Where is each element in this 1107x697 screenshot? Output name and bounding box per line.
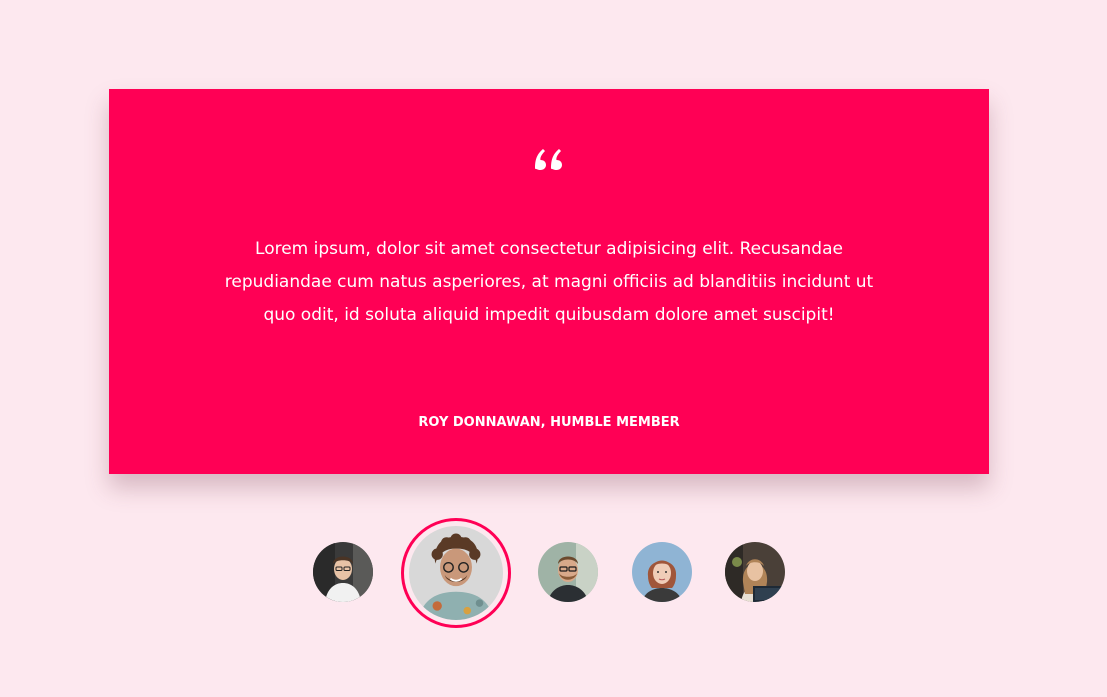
testimonial-text: Lorem ipsum, dolor sit amet consectetur …	[224, 239, 874, 325]
avatar-4[interactable]	[632, 542, 692, 602]
testimonial-author: ROY DONNAWAN, HUMBLE MEMBER	[418, 415, 680, 430]
testimonial-card: Lorem ipsum, dolor sit amet consectetur …	[109, 89, 989, 474]
avatar-2	[409, 526, 503, 620]
avatar-5[interactable]	[725, 542, 785, 602]
avatar-3[interactable]	[538, 542, 598, 602]
avatar-2-active[interactable]	[401, 518, 511, 628]
quote-left-icon	[109, 147, 989, 173]
avatar-1[interactable]	[313, 542, 373, 602]
